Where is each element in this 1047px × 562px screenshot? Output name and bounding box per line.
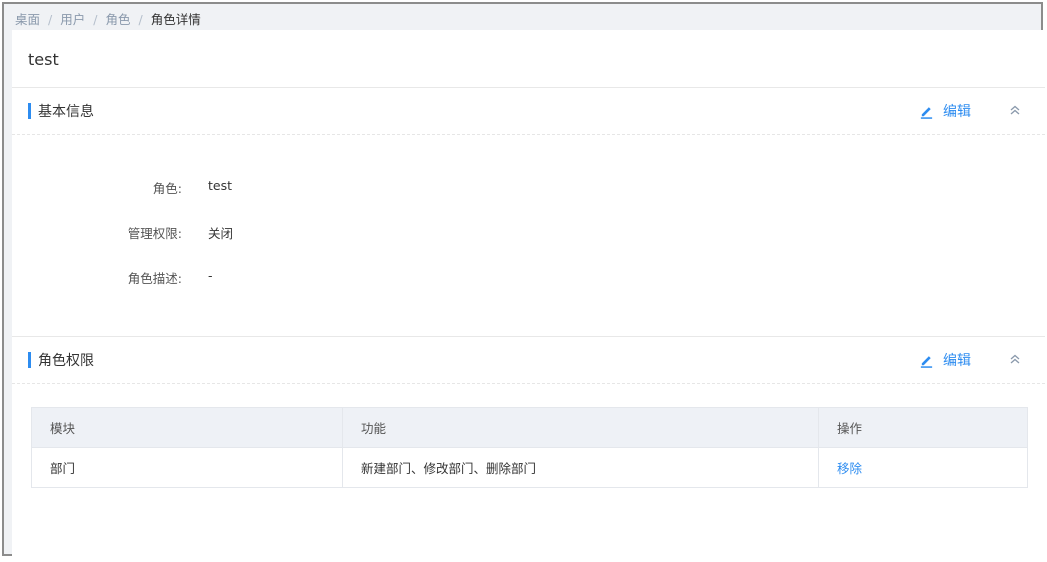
admin-permission-label: 管理权限:	[127, 226, 182, 241]
dashed-divider	[12, 383, 1045, 384]
permissions-header: 角色权限 编辑	[12, 337, 1045, 383]
role-value: test	[208, 178, 233, 193]
breadcrumb-item-roles[interactable]: 角色	[105, 12, 130, 27]
info-row-admin: 管理权限: 关闭	[12, 221, 412, 241]
remove-link[interactable]: 移除	[837, 461, 862, 476]
basic-info-title: 基本信息	[38, 104, 94, 120]
section-accent-bar	[28, 352, 31, 368]
module-cell: 部门	[31, 447, 343, 488]
content-panel: test 基本信息 编辑 角色: test 管理权限: 关闭 角色描述: - 角…	[12, 30, 1045, 556]
column-header-module: 模块	[31, 407, 343, 448]
section-accent-bar	[28, 103, 31, 119]
role-description-value: -	[208, 268, 213, 283]
pencil-icon	[920, 106, 933, 119]
edit-label: 编辑	[943, 353, 971, 369]
pencil-icon	[920, 355, 933, 368]
info-row-description: 角色描述: -	[12, 266, 412, 286]
breadcrumb-separator: /	[93, 12, 98, 27]
basic-info-header: 基本信息 编辑	[12, 88, 1045, 134]
page-title: test	[28, 50, 59, 69]
dashed-divider	[12, 134, 1045, 135]
column-header-features: 功能	[342, 407, 819, 448]
double-chevron-up-icon[interactable]	[1008, 352, 1022, 366]
breadcrumb: 桌面 / 用户 / 角色 / 角色详情	[15, 10, 201, 30]
breadcrumb-separator: /	[48, 12, 53, 27]
breadcrumb-current: 角色详情	[150, 12, 201, 27]
basic-info-edit-button[interactable]: 编辑	[919, 101, 971, 121]
permissions-title: 角色权限	[38, 353, 94, 369]
info-row-role: 角色: test	[12, 176, 412, 196]
role-description-label: 角色描述:	[127, 271, 182, 286]
edit-label: 编辑	[943, 104, 971, 120]
column-header-action: 操作	[818, 407, 1028, 448]
features-cell: 新建部门、修改部门、删除部门	[342, 447, 819, 488]
permissions-table: 模块 功能 操作 部门 新建部门、修改部门、删除部门 移除	[31, 407, 1028, 488]
role-label: 角色:	[152, 181, 182, 196]
double-chevron-up-icon[interactable]	[1008, 103, 1022, 117]
breadcrumb-separator: /	[138, 12, 143, 27]
app-frame: 桌面 / 用户 / 角色 / 角色详情 test 基本信息 编辑 角色: test	[2, 2, 1045, 556]
action-cell: 移除	[818, 447, 1028, 488]
breadcrumb-item-users[interactable]: 用户	[60, 12, 85, 27]
admin-permission-value: 关闭	[208, 226, 234, 241]
table-row: 部门 新建部门、修改部门、删除部门 移除	[31, 447, 1028, 488]
permissions-edit-button[interactable]: 编辑	[919, 350, 971, 370]
breadcrumb-item-desktop[interactable]: 桌面	[15, 12, 40, 27]
table-header-row: 模块 功能 操作	[31, 407, 1028, 448]
